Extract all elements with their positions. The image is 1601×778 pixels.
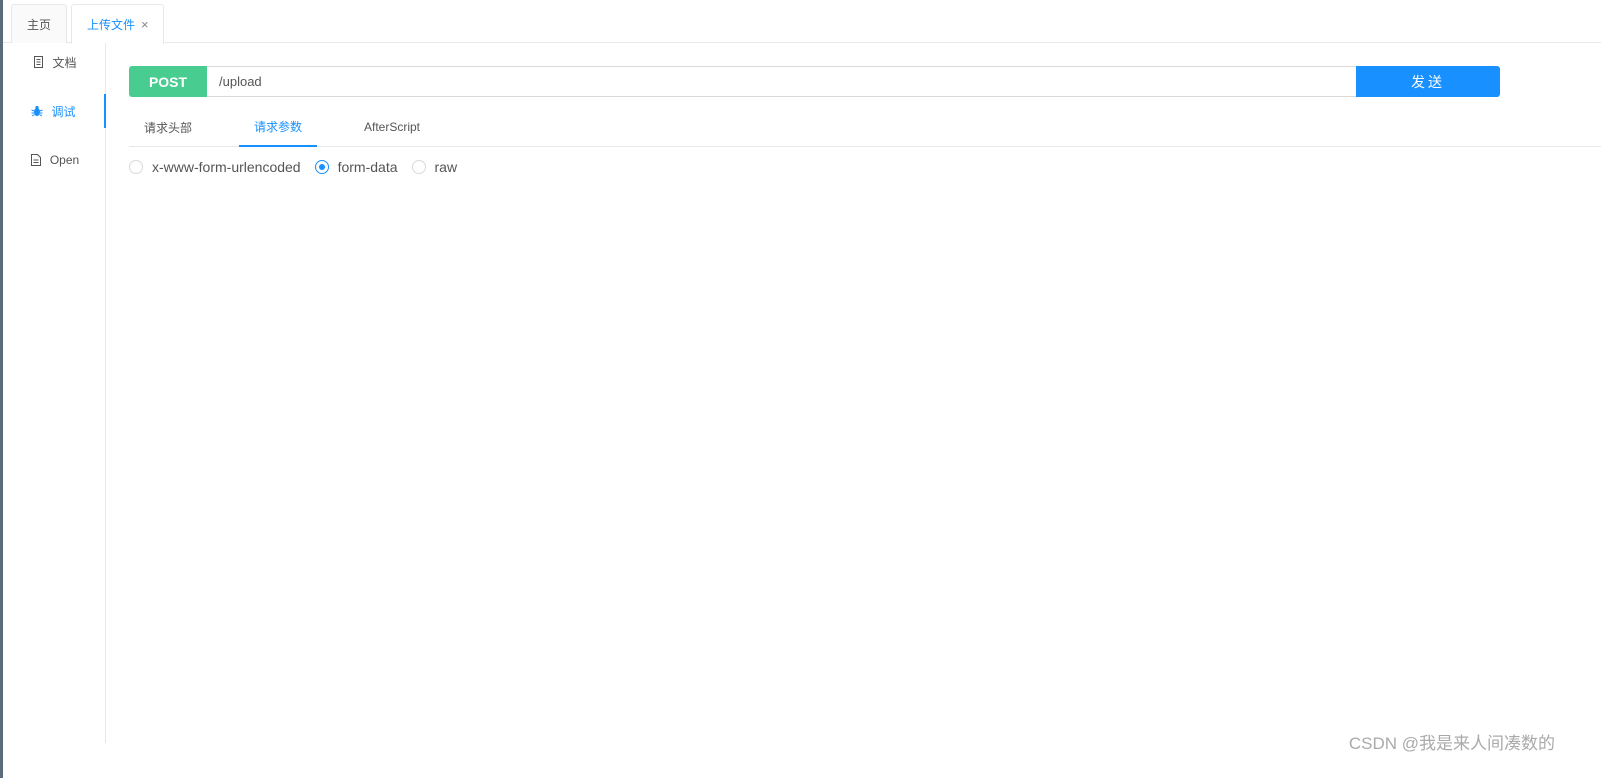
- radio-circle[interactable]: [129, 160, 143, 174]
- send-button[interactable]: 发送: [1356, 66, 1500, 97]
- bug-icon: [31, 105, 44, 117]
- radio-raw[interactable]: raw: [411, 159, 458, 175]
- radio-x-www-form-urlencoded[interactable]: x-www-form-urlencoded: [129, 159, 301, 175]
- radio-label: form-data: [337, 159, 398, 175]
- file-icon: [30, 154, 42, 166]
- radio-label: raw: [434, 159, 458, 175]
- request-tabs: 请求头部 请求参数 AfterScript: [129, 108, 1601, 147]
- sidebar-item-open[interactable]: Open: [3, 143, 106, 177]
- tab-request-params[interactable]: 请求参数: [239, 108, 317, 147]
- radio-circle-checked[interactable]: [314, 160, 329, 174]
- watermark: CSDN @我是来人间凑数的: [1348, 734, 1555, 753]
- sidebar-item-label: 调试: [51, 104, 76, 119]
- tab-request-headers[interactable]: 请求头部: [129, 108, 207, 146]
- document-icon: [32, 56, 44, 68]
- close-icon[interactable]: ×: [141, 17, 149, 32]
- url-input[interactable]: [207, 66, 1356, 97]
- tab-upload-file-label: 上传文件: [87, 18, 136, 32]
- request-bar: POST 发送: [129, 66, 1500, 97]
- tab-home[interactable]: 主页: [11, 4, 67, 43]
- sidebar-item-docs[interactable]: 文档: [3, 45, 106, 79]
- top-tab-bar: 主页 上传文件 ×: [3, 0, 1601, 44]
- sidebar: 文档 调试 Open: [3, 43, 106, 743]
- sidebar-item-debug[interactable]: 调试: [3, 94, 106, 128]
- sidebar-item-label: 文档: [52, 55, 77, 70]
- tab-after-script[interactable]: AfterScript: [349, 108, 435, 146]
- radio-label: x-www-form-urlencoded: [152, 159, 301, 175]
- body-type-radio-group: x-www-form-urlencoded form-data raw: [129, 157, 471, 177]
- tab-upload-file[interactable]: 上传文件 ×: [71, 4, 164, 44]
- method-badge[interactable]: POST: [129, 66, 207, 97]
- sidebar-item-label: Open: [49, 153, 80, 167]
- tab-home-label: 主页: [26, 17, 51, 32]
- radio-circle[interactable]: [411, 160, 426, 174]
- radio-form-data[interactable]: form-data: [314, 159, 398, 175]
